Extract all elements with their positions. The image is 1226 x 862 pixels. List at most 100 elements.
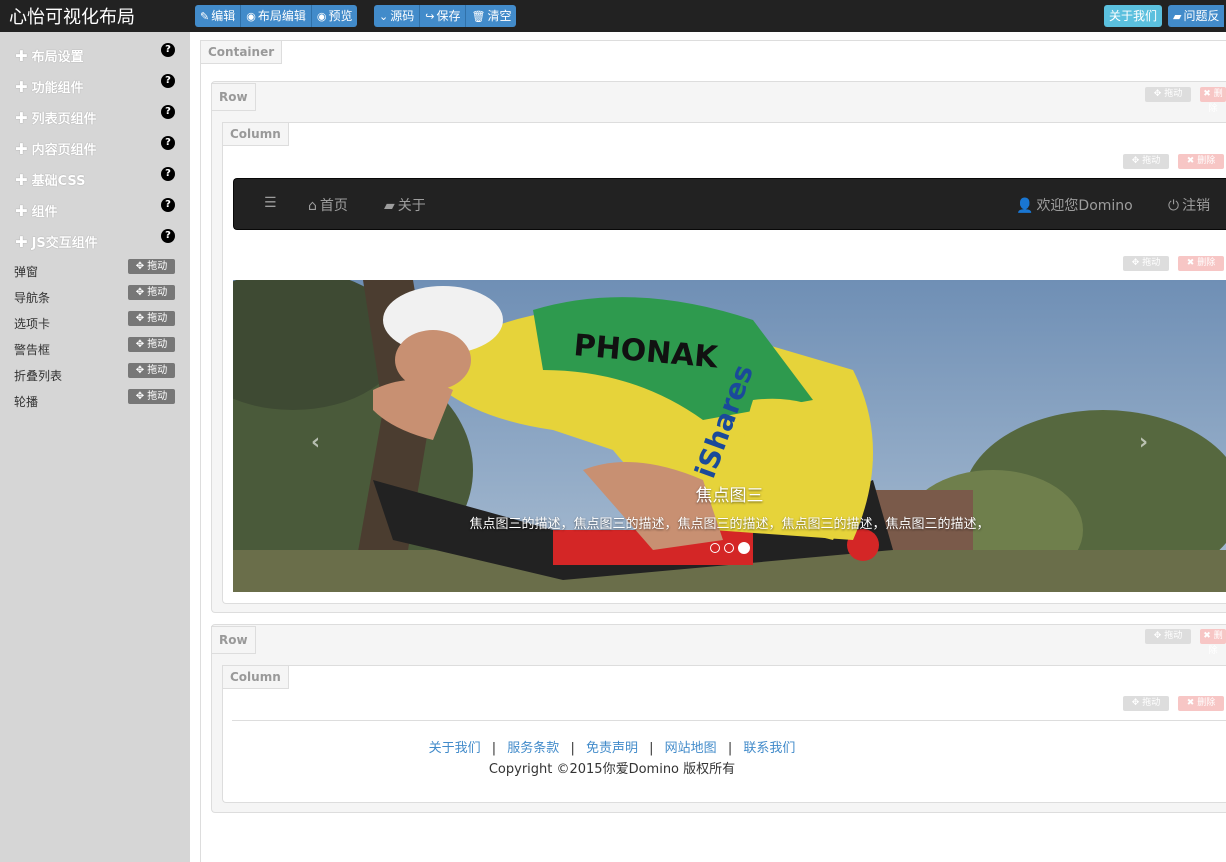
drag-handle[interactable]: ✥ 拖动 (128, 259, 175, 274)
row-delete-button[interactable]: ✖ 删除 (1200, 87, 1226, 114)
clear-button[interactable]: 🗑 清空 (466, 5, 517, 27)
drag-handle[interactable]: ✥ 拖动 (128, 363, 175, 378)
help-icon[interactable]: ? (161, 198, 175, 212)
carousel-indicator[interactable] (724, 543, 734, 553)
category-function[interactable]: ✚ 功能组件 (15, 77, 84, 99)
help-icon[interactable]: ? (161, 74, 175, 88)
carousel-next-arrow[interactable]: › (1139, 430, 1148, 455)
column-label: Column (222, 665, 289, 689)
list-icon[interactable]: ☰ (264, 195, 277, 211)
file-actions-group: ⌄ 源码 ↪ 保存 🗑 清空 (374, 5, 517, 27)
feedback-group: ▰ 问题反 (1168, 5, 1225, 27)
column-move-button[interactable]: ✥ 拖动 (1123, 696, 1169, 711)
home-icon: ⌂ (308, 198, 317, 214)
carousel-move-button[interactable]: ✥ 拖动 (1123, 256, 1169, 271)
about-button[interactable]: 关于我们 (1104, 5, 1163, 27)
plus-icon: ✚ (15, 47, 28, 65)
carousel-caption-title: 焦点图三 (695, 486, 764, 506)
eye-icon: ◉ (316, 10, 327, 23)
help-icon[interactable]: ? (161, 105, 175, 119)
category-layout[interactable]: ✚ 布局设置 (15, 46, 84, 68)
drag-handle[interactable]: ✥ 拖动 (128, 311, 175, 326)
plus-icon: ✚ (15, 140, 28, 158)
help-icon[interactable]: ? (161, 43, 175, 57)
plus-icon: ✚ (15, 202, 28, 220)
plus-icon: ✚ (15, 109, 28, 127)
row-move-button[interactable]: ✥ 拖动 (1145, 629, 1191, 644)
column-delete-button[interactable]: ✖ 删除 (1178, 154, 1224, 169)
about-group: 关于我们 (1104, 5, 1163, 27)
nav-logout[interactable]: ⏻ 注销 (1168, 195, 1210, 215)
user-icon: 👤 (1016, 198, 1034, 214)
carousel[interactable]: PHONAK iShares ‹ › 焦点图三 焦点图三的描述，焦点图三的描述，… (233, 280, 1226, 592)
comment-icon: ▰ (1173, 10, 1182, 23)
separator: | (491, 741, 497, 756)
nav-home[interactable]: ⌂ 首页 (308, 195, 348, 215)
column-move-button[interactable]: ✥ 拖动 (1123, 154, 1169, 169)
edit-mode-group: ✎ 编辑 ◉ 布局编辑 ◉ 预览 (195, 5, 358, 27)
component-carousel: 轮播 (14, 395, 39, 409)
drag-handle[interactable]: ✥ 拖动 (128, 285, 175, 300)
row-move-button[interactable]: ✥ 拖动 (1145, 87, 1191, 102)
footer-divider (232, 720, 1226, 721)
carousel-prev-arrow[interactable]: ‹ (311, 430, 320, 455)
edit-button[interactable]: ✎ 编辑 (195, 5, 242, 27)
container-label: Container (200, 40, 283, 64)
copyright-text: Copyright ©2015你爱Domino 版权所有 (488, 762, 736, 777)
help-icon[interactable]: ? (161, 229, 175, 243)
component-navbar: 导航条 (14, 291, 51, 305)
save-button[interactable]: ↪ 保存 (420, 5, 467, 27)
plus-icon: ✚ (15, 171, 28, 189)
category-list-page[interactable]: ✚ 列表页组件 (15, 108, 97, 130)
category-components[interactable]: ✚ 组件 (15, 201, 58, 223)
share-icon: ↪ (425, 10, 435, 23)
carousel-caption-desc: 焦点图三的描述，焦点图三的描述，焦点图三的描述，焦点图三的描述，焦点图三的描述， (469, 517, 990, 532)
drag-handle[interactable]: ✥ 拖动 (128, 337, 175, 352)
edit-icon: ✎ (200, 10, 210, 23)
separator: | (570, 741, 575, 756)
row-label: Row (211, 83, 256, 111)
component-modal: 弹窗 (14, 265, 39, 279)
eye-slash-icon: ◉ (246, 10, 256, 23)
app-title: 心怡可视化布局 (9, 7, 135, 28)
column-2[interactable] (222, 665, 1226, 803)
row-delete-button[interactable]: ✖ 删除 (1200, 629, 1226, 656)
footer-link-contact[interactable]: 联系我们 (743, 741, 795, 756)
separator: | (727, 741, 733, 756)
top-toolbar: 心怡可视化布局 ✎ 编辑 ◉ 布局编辑 ◉ 预览 ⌄ 源码 ↪ 保存 🗑 清空 关于我们 ▰… (0, 0, 1226, 32)
source-button[interactable]: ⌄ 源码 (374, 5, 421, 27)
trash-icon: 🗑 (471, 10, 486, 23)
nav-welcome[interactable]: 👤 欢迎您Domino (1016, 195, 1133, 215)
preview-button[interactable]: ◉ 预览 (311, 5, 358, 27)
layout-edit-button[interactable]: ◉ 布局编辑 (241, 5, 312, 27)
category-content-page[interactable]: ✚ 内容页组件 (15, 139, 97, 161)
comment-icon: ▰ (384, 198, 395, 214)
feedback-button[interactable]: ▰ 问题反 (1168, 5, 1225, 27)
component-collapse: 折叠列表 (14, 369, 63, 383)
category-js[interactable]: ✚ JS交互组件 (15, 232, 98, 254)
footer-link-about[interactable]: 关于我们 (429, 741, 481, 756)
footer-link-terms[interactable]: 服务条款 (507, 741, 559, 756)
category-base-css[interactable]: ✚ 基础CSS (15, 170, 86, 192)
component-alert: 警告框 (14, 343, 51, 357)
help-icon[interactable]: ? (161, 136, 175, 150)
preview-navbar: ☰ ⌂ 首页 ▰ 关于 👤 欢迎您Domino ⏻ 注销 (233, 178, 1226, 230)
component-tabs: 选项卡 (14, 317, 51, 331)
plus-icon: ✚ (15, 78, 28, 96)
footer-link-disclaimer[interactable]: 免责声明 (586, 741, 638, 756)
help-icon[interactable]: ? (161, 167, 175, 181)
nav-about[interactable]: ▰ 关于 (384, 195, 426, 215)
footer-link-sitemap[interactable]: 网站地图 (665, 741, 717, 756)
footer-links: 关于我们 | 服务条款 | 免责声明 | 网站地图 | 联系我们 (232, 737, 992, 756)
column-label: Column (222, 122, 289, 146)
plus-icon: ✚ (15, 233, 28, 251)
chevron-down-icon: ⌄ (379, 10, 389, 23)
separator: | (649, 741, 654, 756)
column-delete-button[interactable]: ✖ 删除 (1178, 696, 1224, 711)
power-icon: ⏻ (1168, 198, 1180, 214)
row-label: Row (211, 626, 256, 654)
drag-handle[interactable]: ✥ 拖动 (128, 389, 175, 404)
carousel-indicator-active[interactable] (738, 542, 750, 554)
carousel-delete-button[interactable]: ✖ 删除 (1178, 256, 1224, 271)
carousel-indicator[interactable] (710, 543, 720, 553)
